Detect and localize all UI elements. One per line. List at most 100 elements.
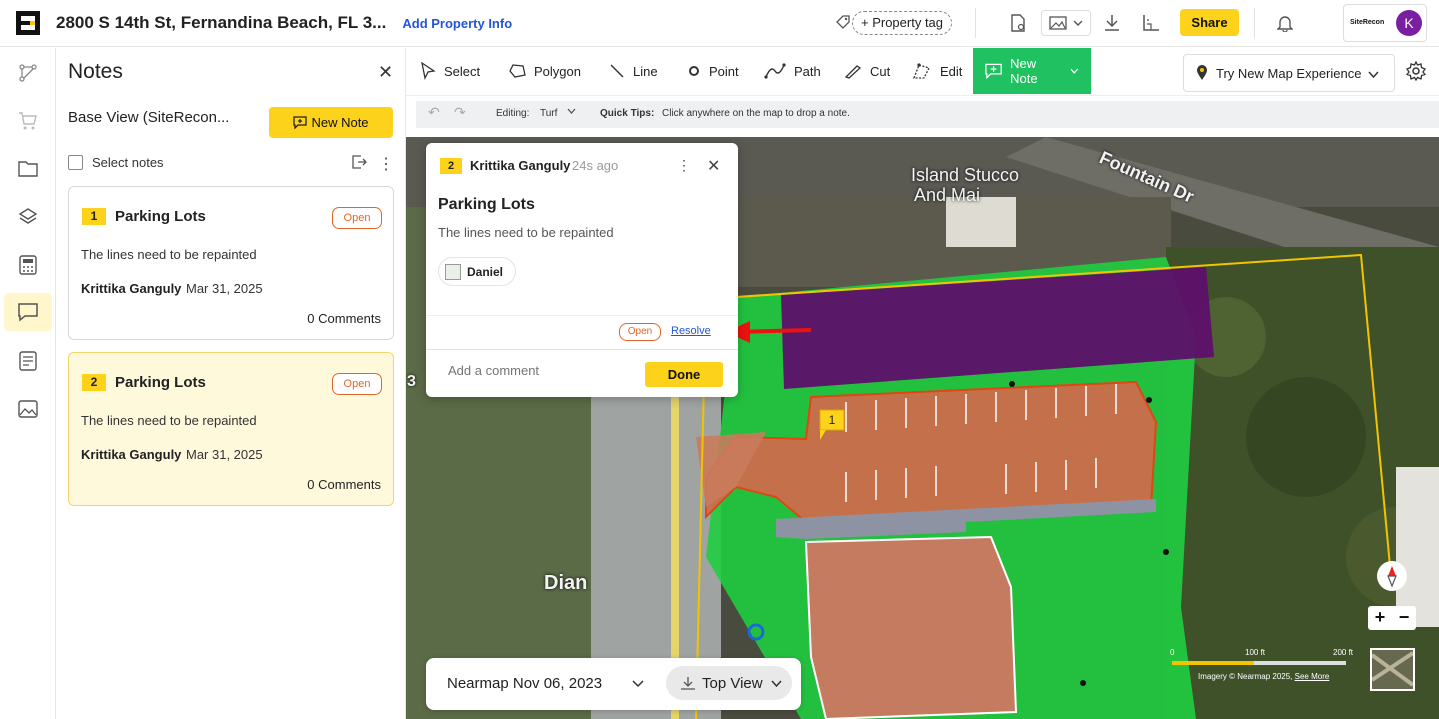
done-button[interactable]: Done xyxy=(645,362,723,387)
new-note-label: New Note xyxy=(311,115,369,130)
close-icon[interactable]: ✕ xyxy=(707,156,720,176)
property-tag-button[interactable]: + Property tag xyxy=(852,11,953,35)
divider xyxy=(1254,8,1255,38)
select-notes-checkbox[interactable] xyxy=(68,155,83,170)
user-account-menu[interactable]: SiteRecon K xyxy=(1343,4,1427,42)
try-new-label: Try New Map Experience xyxy=(1216,65,1362,81)
comment-input[interactable] xyxy=(448,363,628,378)
comments-count[interactable]: 0 Comments xyxy=(307,477,381,492)
note-add-icon xyxy=(985,63,1002,79)
zoom-controls: + − xyxy=(1368,606,1416,630)
map-toolbar: Select Polygon Line Point Path Cut Edit … xyxy=(406,48,1439,96)
property-address: 2800 S 14th St, Fernandina Beach, FL 3..… xyxy=(56,13,387,32)
tool-point[interactable]: Point xyxy=(687,48,739,94)
image-icon[interactable] xyxy=(4,390,52,428)
comments-count[interactable]: 0 Comments xyxy=(307,311,381,326)
select-notes-row[interactable]: Select notes xyxy=(68,155,164,170)
map-label: 3 xyxy=(407,373,416,390)
file-settings-icon[interactable] xyxy=(1008,12,1028,34)
map-label: Dian xyxy=(544,572,588,594)
note-number-badge: 2 xyxy=(440,158,462,174)
new-note-button[interactable]: New Note xyxy=(269,107,393,138)
note-number-badge: 1 xyxy=(82,208,106,225)
note-date: Mar 31, 2025 xyxy=(186,281,263,296)
redo-icon[interactable]: ↷ xyxy=(454,104,466,121)
note-description: The lines need to be repainted xyxy=(81,413,257,428)
undo-icon[interactable]: ↶ xyxy=(428,104,440,121)
ruler-icon[interactable] xyxy=(1141,12,1161,34)
chevron-down-icon[interactable] xyxy=(567,106,576,117)
note-number-badge: 2 xyxy=(82,374,106,391)
note-title: Parking Lots xyxy=(115,374,206,391)
note-popup: 2 Krittika Ganguly 24s ago ⋮ ✕ Parking L… xyxy=(426,143,738,397)
close-icon[interactable]: ✕ xyxy=(378,62,393,83)
tool-label: Polygon xyxy=(534,63,581,79)
zoom-in-button[interactable]: + xyxy=(1368,606,1392,630)
editing-layer-select[interactable]: Turf xyxy=(540,108,557,119)
status-badge[interactable]: Open xyxy=(332,207,382,229)
gear-icon[interactable] xyxy=(1405,60,1427,84)
imagery-attribution: Imagery © Nearmap 2025, See More xyxy=(1198,672,1329,681)
tool-select[interactable]: Select xyxy=(420,48,480,94)
try-new-map-experience-button[interactable]: Try New Map Experience xyxy=(1183,54,1395,92)
tag-icon xyxy=(836,15,850,29)
chevron-down-icon xyxy=(1368,71,1379,78)
more-options-icon[interactable]: ⋮ xyxy=(677,157,691,174)
avatar[interactable]: K xyxy=(1396,10,1422,36)
tool-label: Point xyxy=(709,63,739,79)
path-icon xyxy=(764,63,786,79)
cart-icon[interactable] xyxy=(4,102,52,140)
tool-polygon[interactable]: Polygon xyxy=(509,48,581,94)
tool-label: Select xyxy=(444,63,481,79)
note-card[interactable]: 2 Parking Lots Open The lines need to be… xyxy=(68,352,394,506)
document-icon[interactable] xyxy=(4,342,52,380)
calculator-icon[interactable] xyxy=(4,246,52,284)
divider xyxy=(975,8,976,38)
zoom-out-button[interactable]: − xyxy=(1392,606,1416,630)
route-icon[interactable] xyxy=(4,54,52,92)
share-button[interactable]: Share xyxy=(1180,9,1239,36)
note-card[interactable]: 1 Parking Lots Open The lines need to be… xyxy=(68,186,394,340)
minimap[interactable] xyxy=(1370,648,1415,691)
tool-new-note[interactable]: New Note xyxy=(973,48,1091,94)
chevron-down-icon[interactable] xyxy=(632,676,644,691)
chevron-down-icon xyxy=(771,679,782,687)
assignee-name: Daniel xyxy=(467,264,504,279)
map-label: And Mai xyxy=(914,185,981,205)
compass-icon[interactable] xyxy=(1377,561,1407,591)
assignee-chip[interactable]: Daniel xyxy=(438,257,517,286)
note-date: Mar 31, 2025 xyxy=(186,447,263,462)
notes-icon[interactable] xyxy=(4,293,52,331)
view-mode-select[interactable]: Top View xyxy=(666,666,792,700)
folder-icon[interactable] xyxy=(4,150,52,188)
download-icon[interactable] xyxy=(1102,12,1122,34)
image-export-dropdown[interactable] xyxy=(1041,10,1091,36)
attribution-text: Imagery © Nearmap 2025, xyxy=(1198,672,1293,681)
tool-path[interactable]: Path xyxy=(764,48,821,94)
note-author: Krittika Ganguly xyxy=(470,158,571,173)
note-description: The lines need to be repainted xyxy=(81,247,257,262)
export-icon[interactable] xyxy=(352,155,367,172)
more-options-icon[interactable]: ⋮ xyxy=(378,154,394,174)
imagery-date-select[interactable]: Nearmap Nov 06, 2023 xyxy=(447,675,602,692)
tool-cut[interactable]: Cut xyxy=(844,48,890,94)
bell-icon[interactable] xyxy=(1275,12,1295,34)
left-rail xyxy=(0,48,56,719)
tool-line[interactable]: Line xyxy=(609,48,658,94)
note-time: 24s ago xyxy=(572,158,619,173)
add-property-info-link[interactable]: Add Property Info xyxy=(402,16,512,31)
note-title: Parking Lots xyxy=(438,196,535,213)
divider xyxy=(426,315,738,316)
resolve-link[interactable]: Resolve xyxy=(671,325,711,337)
tool-edit[interactable]: Edit xyxy=(912,48,962,94)
siterecon-logo[interactable] xyxy=(16,11,40,35)
divider xyxy=(426,349,738,350)
tool-label: New Note xyxy=(1010,56,1038,86)
map-note-marker[interactable]: 1 xyxy=(829,413,836,427)
see-more-link[interactable]: See More xyxy=(1295,672,1330,681)
status-badge[interactable]: Open xyxy=(332,373,382,395)
layers-icon[interactable] xyxy=(4,198,52,236)
status-badge[interactable]: Open xyxy=(619,323,661,341)
editing-subbar: ↶ ↷ Editing: Turf Quick Tips: Click anyw… xyxy=(416,101,1439,128)
quick-tips-label: Quick Tips: xyxy=(600,108,655,119)
